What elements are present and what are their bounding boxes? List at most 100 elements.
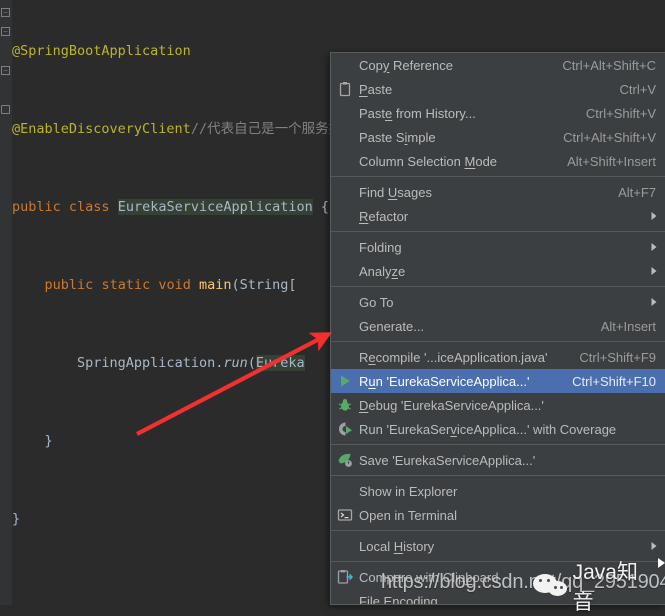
menu-item-compare-with-clipboard[interactable]: Compare with Clipboard (331, 565, 665, 589)
separator-2 (331, 231, 665, 232)
menu-item-shortcut: Ctrl+V (619, 81, 656, 97)
keyword-class: class (68, 199, 110, 215)
menu-item-label: Generate... (359, 318, 425, 334)
paren-open: ( (247, 355, 256, 371)
space-1 (61, 199, 69, 215)
icon-placeholder (331, 53, 359, 77)
separator-4 (331, 341, 665, 342)
menu-item-find-usages[interactable]: Find Usages Alt+F7 (331, 180, 665, 204)
coverage-icon (331, 417, 359, 441)
separator-1 (331, 176, 665, 177)
separator-8 (331, 561, 665, 562)
submenu-arrow-icon (644, 211, 665, 221)
editor-gutter[interactable]: − − − (0, 0, 12, 605)
menu-item-label: Copy Reference (359, 57, 453, 73)
menu-item-label: Paste (359, 81, 393, 97)
menu-item-label: Run 'EurekaServiceApplica...' (359, 373, 530, 389)
menu-item-label: Local History (359, 538, 435, 554)
menu-item-refactor[interactable]: Refactor (331, 204, 665, 228)
menu-item-label: Go To (359, 294, 394, 310)
menu-item-label: Analyze (359, 263, 406, 279)
compare-clipboard-icon (331, 565, 359, 589)
debug-bug-icon (331, 393, 359, 417)
fold-marker-2[interactable]: − (1, 27, 10, 36)
save-run-config-icon (331, 448, 359, 472)
keyword-public-2: public (44, 277, 94, 293)
menu-item-label: Compare with Clipboard (359, 569, 499, 585)
param-string-array: (String[ (231, 277, 297, 293)
submenu-arrow-icon (644, 242, 665, 252)
menu-item-generate[interactable]: Generate... Alt+Insert (331, 314, 665, 338)
space-5 (191, 277, 199, 293)
menu-item-shortcut: Ctrl+Alt+Shift+C (562, 57, 656, 73)
menu-item-column-selection-mode[interactable]: Column Selection Mode Alt+Shift+Insert (331, 149, 665, 173)
space-2 (110, 199, 118, 215)
menu-item-shortcut: Ctrl+Shift+V (585, 105, 656, 121)
menu-item-recompile-file[interactable]: Recompile '...iceApplication.java' Ctrl+S… (331, 345, 665, 369)
menu-item-label: Open in Terminal (359, 507, 458, 523)
method-run: run (223, 355, 248, 371)
menu-item-shortcut: Ctrl+Shift+F9 (579, 349, 656, 365)
fold-marker-3[interactable]: − (1, 66, 10, 75)
clipboard-icon (331, 77, 359, 101)
separator-6 (331, 475, 665, 476)
menu-item-label: Recompile '...iceApplication.java' (359, 349, 548, 365)
terminal-icon (331, 503, 359, 527)
menu-item-show-in-explorer[interactable]: Show in Explorer (331, 479, 665, 503)
menu-item-label: Run 'EurekaServiceApplica...' with Cover… (359, 421, 617, 437)
menu-item-label: Find Usages (359, 184, 432, 200)
menu-item-label: Debug 'EurekaServiceApplica...' (359, 397, 544, 413)
menu-item-go-to[interactable]: Go To (331, 290, 665, 314)
icon-placeholder (331, 180, 359, 204)
menu-item-open-in-terminal[interactable]: Open in Terminal (331, 503, 665, 527)
menu-item-label: Save 'EurekaServiceApplica...' (359, 452, 536, 468)
menu-item-shortcut: Alt+Insert (600, 318, 656, 334)
menu-item-shortcut: Ctrl+Shift+F10 (572, 373, 656, 389)
identifier-springapplication: SpringApplication. (77, 355, 224, 371)
icon-placeholder (331, 235, 359, 259)
keyword-static: static (101, 277, 151, 293)
indent-1 (12, 277, 45, 293)
submenu-arrow-icon (644, 266, 665, 276)
submenu-arrow-icon (644, 541, 665, 551)
method-main: main (199, 277, 232, 293)
icon-placeholder (331, 345, 359, 369)
argument-eureka-class: Eureka (255, 355, 305, 371)
icon-placeholder (331, 534, 359, 558)
annotation-springbootapplication: @SpringBootApplication (12, 43, 191, 59)
menu-item-label: File Encoding (359, 593, 438, 605)
icon-placeholder (331, 204, 359, 228)
menu-item-file-encoding[interactable]: File Encoding (331, 589, 665, 605)
menu-item-analyze[interactable]: Analyze (331, 259, 665, 283)
menu-item-local-history[interactable]: Local History (331, 534, 665, 558)
fold-marker-1[interactable]: − (1, 8, 10, 17)
run-play-icon (331, 369, 359, 393)
indent-3 (12, 433, 45, 449)
menu-item-shortcut: Alt+Shift+Insert (567, 153, 656, 169)
menu-item-run-with-coverage[interactable]: Run 'EurekaServiceApplica...' with Cover… (331, 417, 665, 441)
menu-item-paste-from-history[interactable]: Paste from History... Ctrl+Shift+V (331, 101, 665, 125)
menu-item-shortcut: Ctrl+Alt+Shift+V (563, 129, 656, 145)
menu-item-paste[interactable]: Paste Ctrl+V (331, 77, 665, 101)
menu-item-label: Folding (359, 239, 402, 255)
menu-item-label: Paste from History... (359, 105, 476, 121)
editor-context-menu[interactable]: Copy Reference Ctrl+Alt+Shift+C Paste Ctrl+… (330, 52, 665, 605)
menu-item-folding[interactable]: Folding (331, 235, 665, 259)
menu-item-label: Paste Simple (359, 129, 436, 145)
icon-placeholder (331, 125, 359, 149)
brace-open-class: { (312, 199, 330, 215)
fold-marker-4[interactable] (1, 105, 10, 114)
keyword-void: void (158, 277, 191, 293)
class-name-eurekaserviceapplication: EurekaServiceApplication (117, 199, 313, 215)
menu-item-paste-simple[interactable]: Paste Simple Ctrl+Alt+Shift+V (331, 125, 665, 149)
menu-item-save-configuration[interactable]: Save 'EurekaServiceApplica...' (331, 448, 665, 472)
submenu-arrow-icon (644, 297, 665, 307)
brace-close-outer: } (12, 511, 21, 527)
menu-item-copy-reference[interactable]: Copy Reference Ctrl+Alt+Shift+C (331, 53, 665, 77)
separator-5 (331, 444, 665, 445)
icon-placeholder (331, 101, 359, 125)
icon-placeholder (331, 149, 359, 173)
menu-item-run-application[interactable]: Run 'EurekaServiceApplica...' Ctrl+Shift+… (331, 369, 665, 393)
menu-item-debug-application[interactable]: Debug 'EurekaServiceApplica...' (331, 393, 665, 417)
indent-2 (12, 355, 77, 371)
